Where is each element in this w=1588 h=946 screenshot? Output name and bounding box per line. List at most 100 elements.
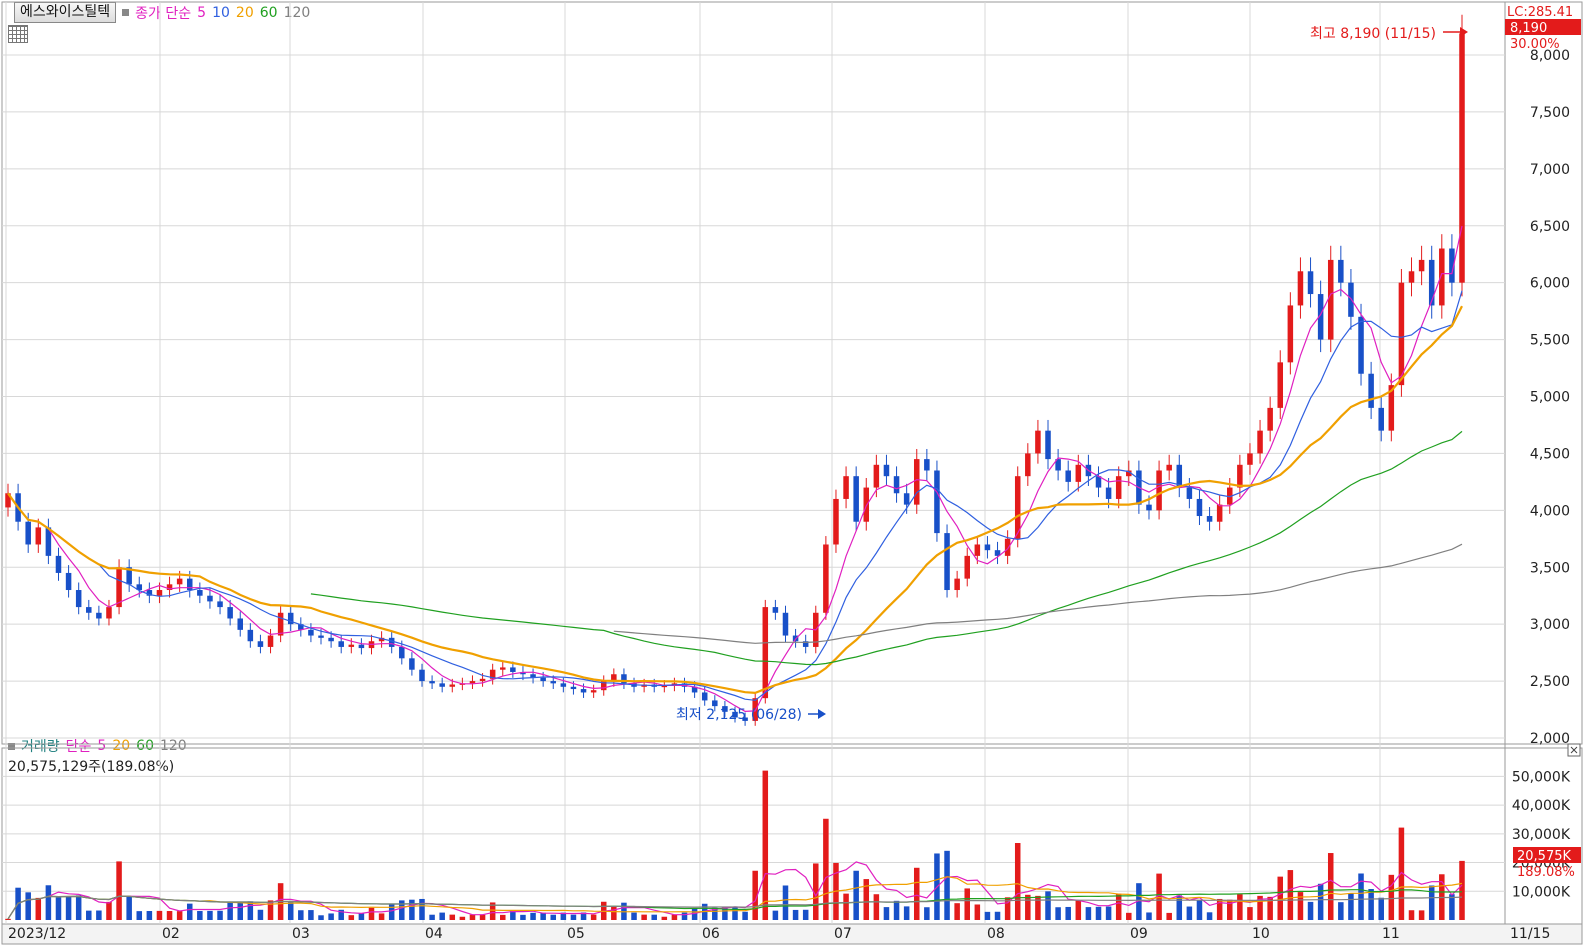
candle-body	[358, 644, 365, 649]
volume-bar	[994, 911, 1001, 920]
candle-body	[86, 607, 92, 613]
volume-bar	[378, 913, 385, 920]
volume-bar	[1338, 902, 1344, 920]
stock-chart: 2,000 2,500 3,000 3,500 4,000 4,500 5,000 5,500…	[1, 1, 1583, 945]
date-tick-label: 11	[1382, 926, 1400, 942]
volume-panel-frame	[1, 747, 1583, 925]
candle-body	[772, 607, 779, 613]
candle-body	[964, 555, 970, 579]
candle-body	[580, 689, 587, 693]
volume-bar	[399, 900, 405, 920]
candle-body	[1115, 476, 1122, 499]
volume-bar	[843, 893, 849, 920]
volume-bar	[1368, 889, 1374, 920]
volume-bar	[106, 901, 112, 920]
candle-body	[1459, 33, 1465, 283]
candle-body	[1439, 248, 1445, 306]
close-panel-icon[interactable]	[1567, 743, 1581, 757]
price-tick-label: 5,500	[1530, 333, 1570, 349]
volume-bar	[500, 914, 506, 920]
volume-bar	[1126, 912, 1132, 920]
candle-body	[328, 637, 334, 642]
volume-bar	[166, 911, 173, 920]
candle-body	[1045, 430, 1051, 460]
volume-bar	[25, 892, 31, 920]
volume-bar	[348, 915, 355, 920]
volume-bar	[126, 896, 132, 920]
volume-bar	[1307, 901, 1314, 920]
candle-body	[227, 607, 233, 619]
candle-body	[1277, 362, 1284, 408]
candle-body	[893, 476, 900, 494]
volume-bar	[1025, 894, 1031, 920]
candle-body	[75, 590, 82, 608]
volume-bar	[540, 912, 546, 920]
candle-body	[1358, 316, 1364, 374]
volume-bar	[1378, 897, 1384, 920]
price-tick-label: 2,000	[1530, 731, 1570, 747]
price-tick-label: 3,500	[1530, 560, 1570, 576]
volume-bar	[1166, 912, 1172, 920]
candle-body	[156, 590, 163, 596]
candle-body	[1196, 498, 1203, 517]
candle-body	[217, 601, 223, 608]
volume-bar	[1075, 900, 1082, 920]
volume-bar	[429, 914, 435, 920]
candle-body	[35, 527, 42, 545]
candle-body	[944, 533, 950, 591]
volume-bar	[479, 914, 486, 920]
candle-body	[843, 476, 849, 499]
volume-bar	[944, 850, 950, 920]
date-tick-label: 05	[567, 926, 585, 942]
candle-body	[883, 464, 890, 477]
candle-body	[419, 669, 425, 682]
candle-body	[1428, 259, 1435, 306]
candle-body	[25, 521, 31, 545]
volume-bar	[802, 909, 809, 920]
candle-body	[550, 681, 557, 684]
candle-body	[1004, 538, 1011, 556]
volume-bar	[1045, 891, 1051, 920]
volume-bar	[520, 914, 526, 920]
candle-body	[934, 470, 940, 534]
volume-bar	[782, 885, 789, 920]
candle-body	[1206, 516, 1213, 522]
candle-body	[257, 641, 264, 647]
candle-body	[762, 607, 769, 699]
candle-body	[984, 544, 991, 551]
volume-bar	[903, 906, 910, 920]
volume-bar	[358, 913, 365, 920]
low-annotation: 최저 2,125 (06/28)	[676, 707, 802, 723]
candle-body	[338, 641, 344, 647]
candle-body	[1035, 430, 1041, 454]
volume-bar	[1287, 870, 1294, 920]
price-ma-120-line	[613, 543, 1463, 644]
volume-tick-label: 10,000K	[1512, 884, 1571, 900]
volume-bar	[439, 912, 445, 920]
candle-body	[318, 635, 324, 638]
volume-bar	[1206, 912, 1213, 920]
candle-body	[823, 544, 829, 613]
candle-body	[1156, 470, 1162, 511]
candle-body	[1398, 282, 1405, 386]
volume-bar	[883, 907, 890, 920]
candle-body	[55, 555, 62, 573]
volume-bar	[1176, 895, 1183, 920]
volume-bar	[1105, 906, 1112, 920]
candle-body	[197, 590, 203, 596]
volume-bar	[409, 899, 415, 920]
date-tick-label: 2023/12	[8, 926, 66, 942]
candle-body	[479, 678, 486, 682]
volume-bar	[65, 896, 72, 920]
candle-body	[974, 544, 981, 556]
volume-bar	[984, 911, 991, 920]
candle-body	[1327, 259, 1334, 340]
date-axis-bar	[1, 923, 1583, 945]
volume-bar	[954, 903, 960, 920]
date-tick-label: 03	[292, 926, 310, 942]
volume-bar	[1327, 853, 1334, 920]
volume-bar	[287, 902, 294, 920]
volume-tick-label: 40,000K	[1512, 798, 1571, 814]
volume-bar	[1237, 894, 1243, 920]
volume-bar	[631, 912, 637, 920]
